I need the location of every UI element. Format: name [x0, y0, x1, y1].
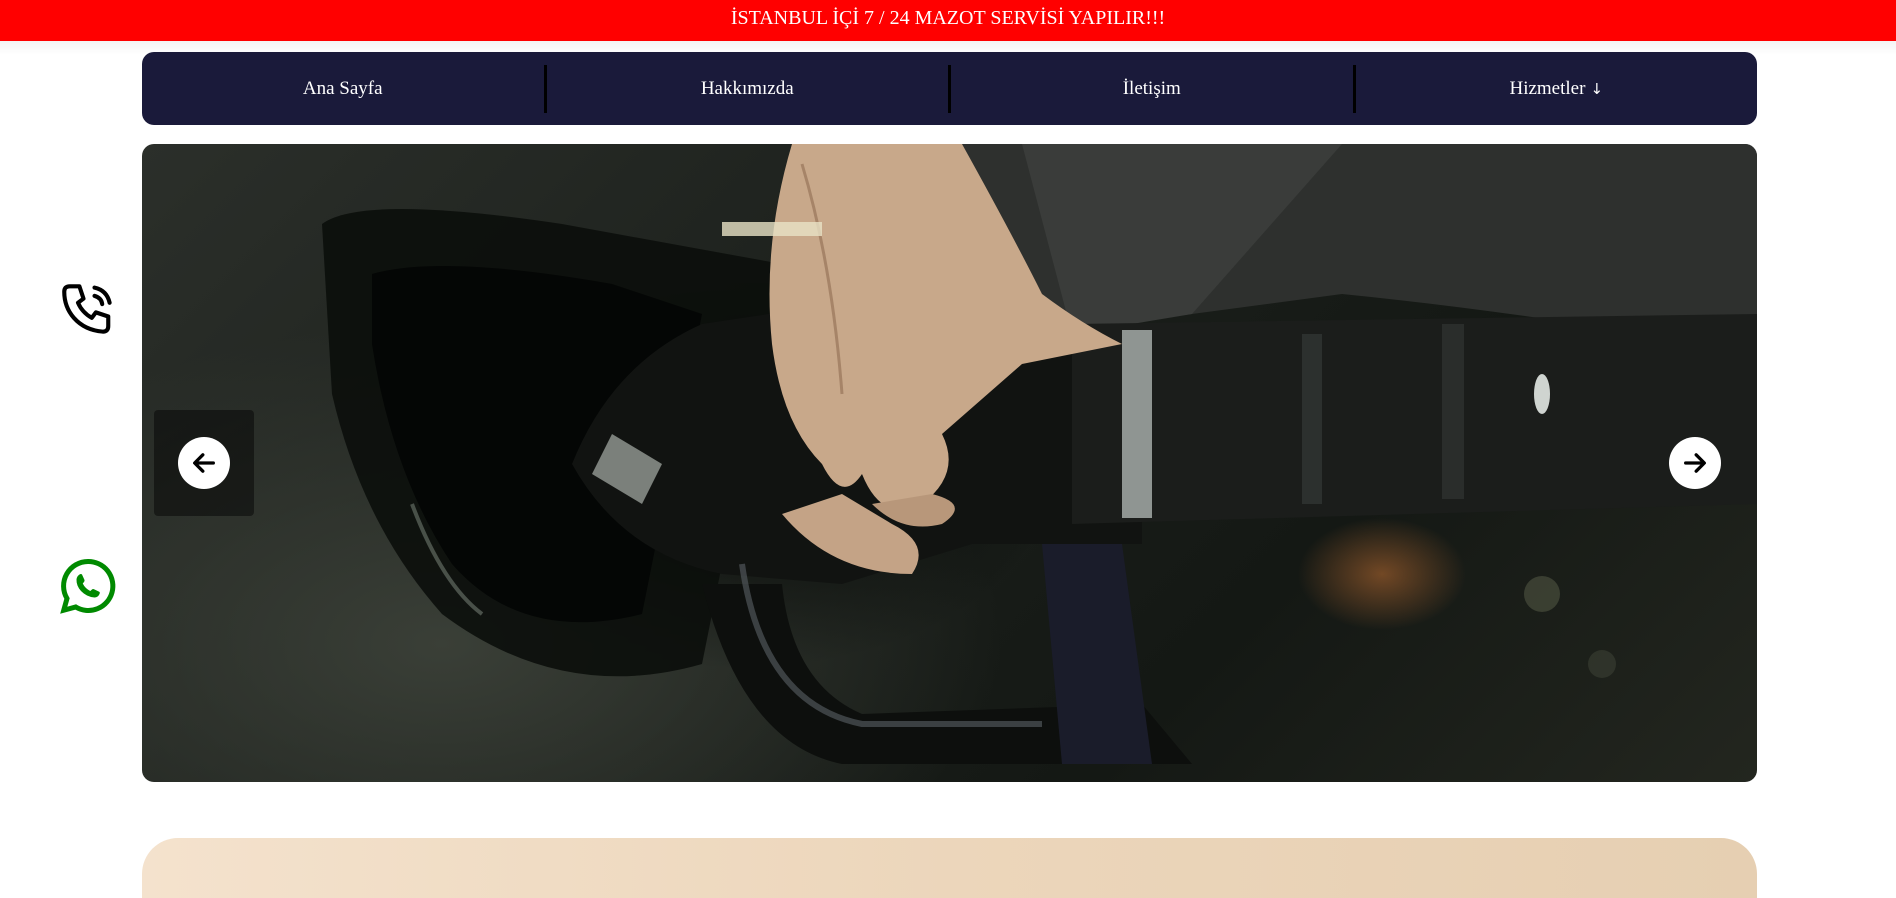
- phone-icon: [62, 284, 112, 334]
- arrow-down-icon: ↓: [1590, 79, 1604, 98]
- nav-item-about[interactable]: Hakkımızda: [547, 65, 949, 113]
- slider-prev-circle: [178, 437, 230, 489]
- slider-prev-button[interactable]: [154, 410, 254, 516]
- nav-item-label: Hakkımızda: [700, 77, 794, 99]
- nav-item-label: Ana Sayfa: [302, 77, 383, 99]
- floating-whatsapp-button[interactable]: [58, 556, 118, 616]
- nav-item-home[interactable]: Ana Sayfa: [142, 65, 544, 113]
- top-announcement-banner: İSTANBUL İÇİ 7 / 24 MAZOT SERVİSİ YAPILI…: [0, 0, 1896, 41]
- nav-item-services-dropdown[interactable]: Hizmetler ↓: [1356, 65, 1758, 113]
- whatsapp-icon: [60, 558, 116, 614]
- slider-next-circle: [1669, 437, 1721, 489]
- content-section-preview: [142, 838, 1757, 898]
- hero-image-slider: [142, 144, 1757, 782]
- arrow-left-icon: [193, 453, 215, 473]
- main-navbar: Ana Sayfa Hakkımızda İletişim Hizmetler …: [142, 52, 1757, 125]
- nav-item-label: İletişim: [1122, 77, 1181, 99]
- arrow-right-icon: [1684, 453, 1706, 473]
- nav-item-contact[interactable]: İletişim: [951, 65, 1353, 113]
- banner-text: İSTANBUL İÇİ 7 / 24 MAZOT SERVİSİ YAPILI…: [730, 7, 1166, 29]
- nav-item-label: Hizmetler: [1509, 77, 1586, 99]
- slider-next-button[interactable]: [1645, 410, 1745, 516]
- floating-call-button[interactable]: [56, 278, 122, 344]
- fuel-nozzle-photo: [322, 144, 1757, 764]
